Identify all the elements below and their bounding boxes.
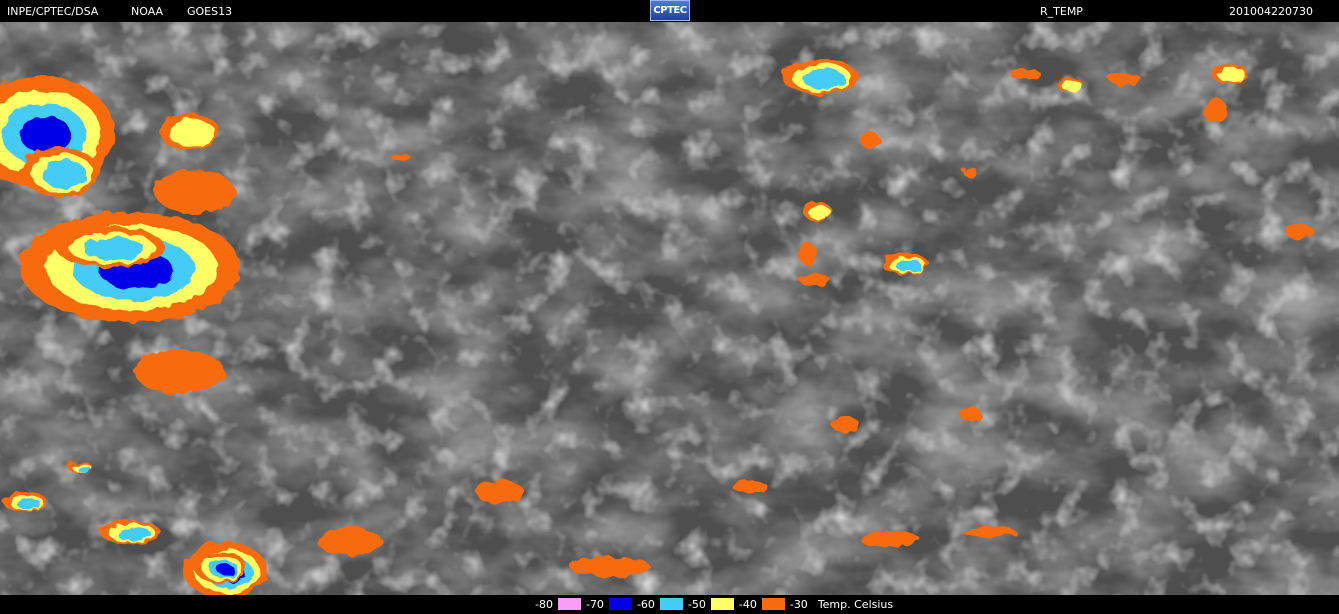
header-bar: INPE/CPTEC/DSA NOAA GOES13 CPTEC R_TEMP … (0, 0, 1339, 22)
storm-cell (476, 480, 524, 504)
storm-cell (831, 416, 859, 432)
legend-swatch (709, 597, 735, 611)
storm-cell (1203, 98, 1227, 122)
legend-swatch (607, 597, 633, 611)
storm-cell (77, 465, 91, 473)
storm-cell (16, 498, 42, 510)
legend-label: -40 (734, 597, 761, 611)
storm-cell (117, 527, 151, 541)
storm-cell (1286, 224, 1314, 240)
timestamp-label: 201004220730 (1229, 5, 1313, 18)
product-label: R_TEMP (1040, 5, 1083, 18)
org-label: INPE/CPTEC/DSA (7, 5, 99, 18)
legend-label: -30 (785, 597, 812, 611)
storm-cell (41, 160, 87, 188)
storm-cell (318, 528, 382, 556)
storm-cell (83, 237, 145, 261)
storm-cell (895, 260, 923, 272)
legend-label: -60 (632, 597, 659, 611)
storm-cell (802, 68, 846, 90)
storm-cell (799, 274, 831, 286)
legend-swatch (556, 597, 582, 611)
storm-cell (135, 350, 225, 394)
legend-label: -50 (683, 597, 710, 611)
storm-cell (1109, 73, 1141, 85)
storm-cell (798, 244, 818, 264)
legend-swatch (658, 597, 684, 611)
storm-cell (964, 527, 1016, 537)
legend-label: -80 (531, 597, 557, 611)
storm-cell (570, 557, 650, 577)
storm-cell (860, 531, 920, 547)
agency-label: NOAA (131, 5, 164, 18)
storm-cell (155, 170, 235, 214)
storm-cell (390, 153, 410, 161)
temperature-legend: -80 -70 -60 -50 -40 -30 Temp. Celsius (531, 596, 893, 612)
storm-cell (1009, 69, 1041, 79)
legend-unit: Temp. Celsius (817, 597, 894, 611)
storm-cell (1061, 81, 1083, 91)
storm-cell (732, 481, 768, 493)
storm-cell (962, 168, 978, 176)
storm-cell (960, 406, 980, 422)
storm-cell (809, 205, 831, 221)
satellite-image (0, 22, 1339, 595)
legend-swatch (760, 597, 786, 611)
cptec-logo: CPTEC (650, 0, 690, 21)
legend-label: -70 (581, 597, 608, 611)
storm-cell (860, 132, 880, 148)
storm-cell (168, 118, 216, 148)
storm-cell (1217, 67, 1247, 83)
storm-cell (217, 564, 235, 576)
satellite-label: GOES13 (187, 5, 233, 18)
satellite-image-canvas (0, 22, 1339, 595)
